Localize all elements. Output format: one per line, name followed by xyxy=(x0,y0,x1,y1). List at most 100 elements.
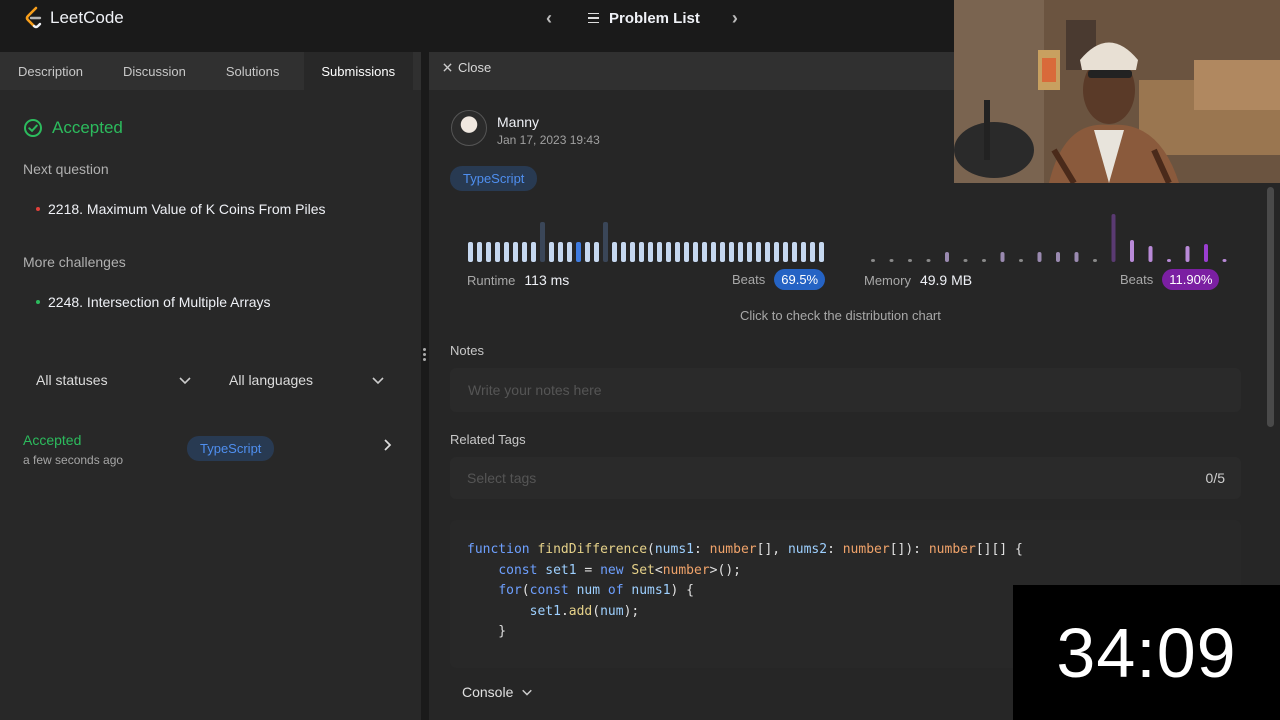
runtime-bar xyxy=(477,242,482,262)
submission-status: Accepted xyxy=(23,432,82,448)
easy-difficulty-dot xyxy=(36,300,40,304)
scrollbar[interactable] xyxy=(1267,187,1274,427)
check-circle-icon xyxy=(24,119,42,137)
runtime-bar xyxy=(603,222,608,262)
chevron-down-icon xyxy=(179,377,191,385)
console-toggle[interactable]: Console xyxy=(462,684,533,700)
memory-bar xyxy=(1037,252,1042,262)
left-panel: Description Discussion Solutions Submiss… xyxy=(0,52,421,720)
runtime-bar xyxy=(612,242,617,262)
avatar[interactable] xyxy=(451,110,487,146)
language-filter-dropdown[interactable]: All languages xyxy=(229,372,385,388)
chevron-down-icon xyxy=(372,377,384,385)
memory-beats: Beats 11.90% xyxy=(1120,269,1220,290)
runtime-bar xyxy=(720,242,725,262)
notes-input[interactable]: Write your notes here xyxy=(450,368,1241,412)
memory-bar xyxy=(926,259,931,262)
notes-placeholder: Write your notes here xyxy=(468,382,602,398)
tab-solutions[interactable]: Solutions xyxy=(204,52,297,90)
memory-distribution-bars[interactable] xyxy=(869,212,1229,262)
runtime-bar xyxy=(639,242,644,262)
distribution-chart-hint[interactable]: Click to check the distribution chart xyxy=(740,308,941,323)
chevron-right-icon xyxy=(384,439,392,451)
panel-divider[interactable] xyxy=(421,52,429,720)
tab-description[interactable]: Description xyxy=(0,52,101,90)
runtime-bar xyxy=(657,242,662,262)
memory-bar xyxy=(889,259,894,262)
runtime-bar xyxy=(621,242,626,262)
runtime-value: 113 ms xyxy=(524,272,570,288)
more-challenge-title: 2248. Intersection of Multiple Arrays xyxy=(48,294,271,310)
runtime-bar xyxy=(792,242,797,262)
runtime-bar xyxy=(576,242,581,262)
runtime-bar xyxy=(585,242,590,262)
tags-select[interactable]: Select tags 0/5 xyxy=(450,457,1241,499)
timer-text: 34:09 xyxy=(1056,613,1237,692)
status-filter-value: All statuses xyxy=(36,372,108,388)
memory-bar xyxy=(1148,246,1153,262)
runtime-bar xyxy=(558,242,563,262)
leetcode-logo[interactable]: LeetCode xyxy=(24,5,124,31)
user-name[interactable]: Manny xyxy=(497,114,539,130)
memory-beats-label: Beats xyxy=(1120,272,1154,287)
language-filter-value: All languages xyxy=(229,372,314,388)
tags-placeholder: Select tags xyxy=(467,470,537,486)
more-challenge-link[interactable]: 2248. Intersection of Multiple Arrays xyxy=(36,294,271,310)
submission-language-badge: TypeScript xyxy=(187,436,275,461)
runtime-bar xyxy=(675,242,680,262)
runtime-distribution-bars[interactable] xyxy=(468,212,828,262)
memory-bar xyxy=(1000,252,1005,262)
runtime-beats-label: Beats xyxy=(732,272,766,287)
problem-list-link[interactable]: Problem List xyxy=(609,10,700,27)
next-problem-icon[interactable]: › xyxy=(726,8,744,29)
memory-bar xyxy=(1019,259,1023,262)
runtime-bar xyxy=(819,242,824,262)
memory-bar xyxy=(1074,252,1079,262)
webcam-image xyxy=(954,0,1280,183)
runtime-bar xyxy=(522,242,527,262)
runtime-bar xyxy=(486,242,491,262)
next-question-label: Next question xyxy=(23,161,109,177)
runtime-bar xyxy=(801,242,806,262)
memory-bar xyxy=(1204,244,1208,262)
hard-difficulty-dot xyxy=(36,207,40,211)
close-icon xyxy=(443,63,452,72)
runtime-bar xyxy=(531,242,536,262)
runtime-metric: Runtime 113 ms xyxy=(467,272,569,288)
runtime-bar xyxy=(711,242,716,262)
timer-overlay: 34:09 xyxy=(1013,585,1280,720)
submission-date: Jan 17, 2023 19:43 xyxy=(497,133,600,147)
runtime-bar xyxy=(702,242,707,262)
memory-bar xyxy=(1111,214,1116,262)
runtime-bar xyxy=(774,242,779,262)
related-tags-label: Related Tags xyxy=(450,432,526,447)
runtime-bar xyxy=(630,242,635,262)
runtime-bar xyxy=(666,242,671,262)
memory-bar xyxy=(1093,259,1097,262)
runtime-beats-badge: 69.5% xyxy=(774,269,826,290)
tab-submissions[interactable]: Submissions xyxy=(304,52,414,90)
runtime-bar xyxy=(567,242,572,262)
next-question-link[interactable]: 2218. Maximum Value of K Coins From Pile… xyxy=(36,201,326,217)
leetcode-logo-icon xyxy=(25,6,42,29)
status-filter-dropdown[interactable]: All statuses xyxy=(36,372,192,388)
drag-handle-icon[interactable] xyxy=(423,348,426,361)
runtime-bar xyxy=(549,242,554,262)
runtime-bar xyxy=(684,242,689,262)
tab-discussion[interactable]: Discussion xyxy=(101,52,204,90)
memory-beats-badge: 11.90% xyxy=(1162,269,1220,290)
memory-bar xyxy=(1222,259,1227,262)
accepted-status-text: Accepted xyxy=(52,118,123,137)
runtime-bar xyxy=(513,242,518,262)
logo-text: LeetCode xyxy=(50,8,124,27)
runtime-bar xyxy=(765,242,770,262)
next-question-title: 2218. Maximum Value of K Coins From Pile… xyxy=(48,201,326,217)
prev-problem-icon[interactable]: ‹ xyxy=(540,8,558,29)
memory-bar xyxy=(1167,259,1171,262)
close-button[interactable]: Close xyxy=(443,60,491,75)
memory-bar xyxy=(982,259,986,262)
webcam-overlay xyxy=(954,0,1280,183)
console-label: Console xyxy=(462,684,514,700)
runtime-bar xyxy=(738,242,743,262)
memory-value: 49.9 MB xyxy=(919,272,973,288)
